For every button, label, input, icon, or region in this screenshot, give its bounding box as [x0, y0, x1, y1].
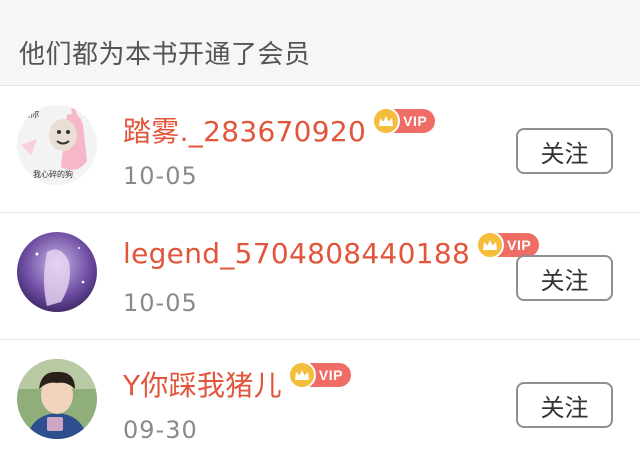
crown-icon [476, 230, 505, 259]
avatar[interactable] [17, 359, 97, 439]
avatar-text-bottom: 我心碎的狗 [33, 169, 73, 179]
member-row[interactable]: legend_5704808440188 VIP 10-05 关注 [0, 213, 640, 340]
crown-icon [287, 361, 316, 389]
header-title: 他们都为本书开通了会员 [19, 40, 311, 70]
members-header: 他们都为本书开通了会员 [0, 0, 640, 86]
vip-badge: VIP [372, 107, 436, 135]
crown-icon [372, 107, 401, 135]
vip-label: VIP [507, 236, 532, 253]
username[interactable]: Y你踩我猪儿 [123, 364, 282, 404]
name-line: 踏雾._283670920 VIP [123, 107, 436, 150]
join-date: 10-05 [123, 162, 198, 190]
vip-badge: VIP [287, 361, 351, 389]
vip-label: VIP [318, 367, 343, 383]
avatar[interactable] [17, 232, 97, 312]
member-list: 吧你 我心碎的狗 踏雾._283670920 VIP 10-05 关注 lege… [0, 86, 640, 467]
join-date: 10-05 [123, 289, 198, 317]
name-line: legend_5704808440188 VIP [123, 230, 540, 270]
vip-label: VIP [403, 113, 428, 129]
name-line: Y你踩我猪儿 VIP [123, 361, 351, 404]
member-row[interactable]: Y你踩我猪儿 VIP 09-30 关注 [0, 340, 640, 467]
username[interactable]: 踏雾._283670920 [123, 110, 366, 150]
follow-button[interactable]: 关注 [516, 255, 613, 301]
avatar[interactable]: 吧你 我心碎的狗 [17, 105, 97, 185]
username[interactable]: legend_5704808440188 [123, 237, 470, 270]
join-date: 09-30 [123, 416, 198, 444]
vip-badge: VIP [476, 230, 540, 259]
follow-button[interactable]: 关注 [516, 382, 613, 428]
follow-button[interactable]: 关注 [516, 128, 613, 174]
avatar-text-top: 吧你 [21, 108, 39, 120]
member-row[interactable]: 吧你 我心碎的狗 踏雾._283670920 VIP 10-05 关注 [0, 86, 640, 213]
